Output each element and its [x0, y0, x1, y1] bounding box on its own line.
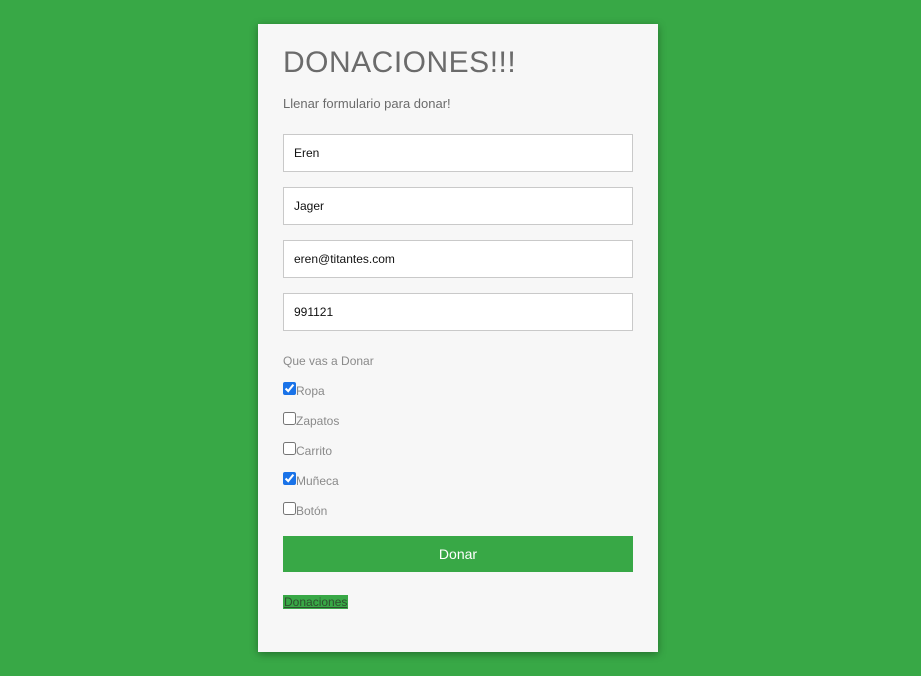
option-label: Muñeca — [296, 474, 339, 488]
page-title: DONACIONES!!! — [283, 46, 517, 79]
option-zapatos: Zapatos — [283, 412, 339, 430]
option-carrito: Carrito — [283, 442, 332, 460]
option-ropa: Ropa — [283, 382, 325, 400]
option-ropa-checkbox[interactable] — [283, 382, 296, 395]
form-subtitle: Llenar formulario para donar! — [283, 96, 451, 111]
first-name-field[interactable] — [283, 134, 633, 172]
option-muneca-checkbox[interactable] — [283, 472, 296, 485]
last-name-field[interactable] — [283, 187, 633, 225]
donation-options-label: Que vas a Donar — [283, 354, 374, 368]
option-zapatos-checkbox[interactable] — [283, 412, 296, 425]
donation-card: DONACIONES!!! Llenar formulario para don… — [258, 24, 658, 652]
option-muneca: Muñeca — [283, 472, 339, 490]
option-label: Carrito — [296, 444, 333, 458]
option-label: Zapatos — [296, 414, 340, 428]
donar-button[interactable]: Donar — [283, 536, 633, 572]
option-boton: Botón — [283, 502, 327, 520]
donaciones-link[interactable]: Donaciones — [283, 595, 349, 609]
option-label: Botón — [296, 504, 328, 518]
phone-field[interactable] — [283, 293, 633, 331]
email-field[interactable] — [283, 240, 633, 278]
option-label: Ropa — [296, 384, 325, 398]
option-carrito-checkbox[interactable] — [283, 442, 296, 455]
option-boton-checkbox[interactable] — [283, 502, 296, 515]
